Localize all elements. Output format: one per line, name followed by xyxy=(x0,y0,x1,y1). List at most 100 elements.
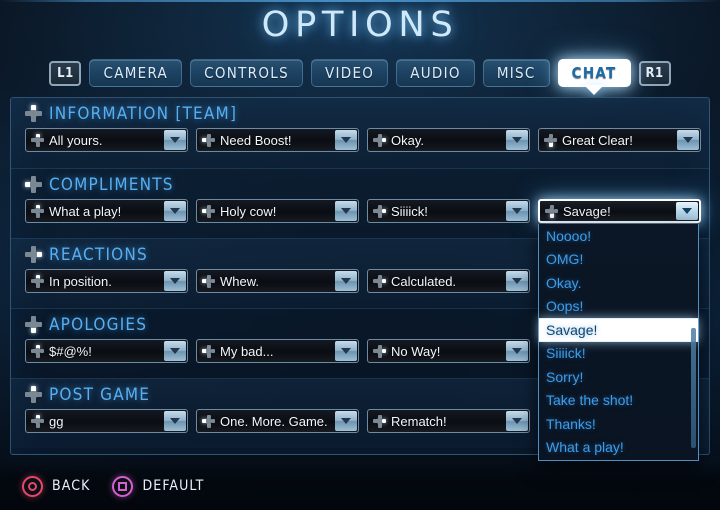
tab-chat[interactable]: CHAT xyxy=(558,59,631,87)
caret-glyph xyxy=(170,348,180,354)
quickchat-select-value: One. More. Game. xyxy=(220,414,335,429)
caret-glyph xyxy=(512,418,522,424)
section-title: COMPLIMENTS xyxy=(49,175,174,195)
section-information-team: INFORMATION [TEAM]All yours.Need Boost!O… xyxy=(11,98,709,168)
dropdown-option[interactable]: Savage! xyxy=(539,318,698,342)
dropdown-option[interactable]: Okay. xyxy=(539,271,698,295)
caret-glyph xyxy=(512,137,522,143)
quickchat-select[interactable]: Savage!Noooo!OMG!Okay.Oops!Savage!Siiiic… xyxy=(538,199,701,223)
quickchat-select[interactable]: One. More. Game. xyxy=(196,409,359,433)
chat-settings-panel: INFORMATION [TEAM]All yours.Need Boost!O… xyxy=(10,97,710,455)
footer-button-default[interactable]: DEFAULT xyxy=(112,476,204,497)
dpad-right-icon xyxy=(373,134,386,147)
chevron-down-icon[interactable] xyxy=(506,411,528,431)
dpad-up-icon xyxy=(31,134,44,147)
chevron-down-icon[interactable] xyxy=(506,271,528,291)
chevron-down-icon[interactable] xyxy=(335,341,357,361)
dropdown-option[interactable]: OMG! xyxy=(539,248,698,272)
dropdown-scrollbar[interactable] xyxy=(691,328,696,448)
tab-video[interactable]: VIDEO xyxy=(311,59,388,87)
quickchat-select[interactable]: $#@%! xyxy=(25,339,188,363)
dpad-up-icon xyxy=(25,386,42,403)
dpad-up-icon xyxy=(25,105,42,122)
dpad-left-icon xyxy=(202,275,215,288)
left-bumper-hint: L1 xyxy=(49,61,81,86)
dpad-left-icon xyxy=(202,205,215,218)
footer-button-label: DEFAULT xyxy=(142,478,204,494)
chevron-down-icon[interactable] xyxy=(335,271,357,291)
chevron-down-icon[interactable] xyxy=(506,201,528,221)
footer-button-label: BACK xyxy=(52,478,90,494)
chevron-down-icon[interactable] xyxy=(164,201,186,221)
quickchat-select[interactable]: Need Boost! xyxy=(196,128,359,152)
chevron-down-icon[interactable] xyxy=(676,202,698,220)
quickchat-select[interactable]: In position. xyxy=(25,269,188,293)
caret-glyph xyxy=(512,208,522,214)
dropdown-option[interactable]: Thanks! xyxy=(539,412,698,436)
quickchat-select-value: $#@%! xyxy=(49,344,164,359)
chevron-down-icon[interactable] xyxy=(335,411,357,431)
caret-glyph xyxy=(170,278,180,284)
tab-label: AUDIO xyxy=(410,64,461,82)
dropdown-option[interactable]: Oops! xyxy=(539,295,698,319)
quickchat-row: What a play! Holy cow! Siiiick! Savage!Nooo… xyxy=(11,195,709,223)
dropdown-option[interactable]: Noooo! xyxy=(539,224,698,248)
tab-list: CAMERA CONTROLS VIDEO AUDIO MISC CHAT xyxy=(89,59,630,87)
quickchat-select[interactable]: All yours. xyxy=(25,128,188,152)
quickchat-select-value: Holy cow! xyxy=(220,204,335,219)
chevron-down-icon[interactable] xyxy=(506,341,528,361)
caret-glyph xyxy=(170,418,180,424)
quickchat-select[interactable]: Okay. xyxy=(367,128,530,152)
dpad-down-icon xyxy=(544,134,557,147)
chevron-down-icon[interactable] xyxy=(335,201,357,221)
tab-misc[interactable]: MISC xyxy=(483,59,550,87)
quickchat-select-value: All yours. xyxy=(49,133,164,148)
caret-glyph xyxy=(512,278,522,284)
quickchat-select[interactable]: Rematch! xyxy=(367,409,530,433)
dropdown-list: Noooo!OMG!Okay.Oops!Savage!Siiiick!Sorry… xyxy=(538,224,699,461)
chevron-down-icon[interactable] xyxy=(677,130,699,150)
quickchat-select[interactable]: My bad... xyxy=(196,339,359,363)
quickchat-select[interactable]: Siiiick! xyxy=(367,199,530,223)
section-list: INFORMATION [TEAM]All yours.Need Boost!O… xyxy=(11,98,709,448)
tab-label: CHAT xyxy=(572,64,617,82)
dpad-right-icon xyxy=(373,415,386,428)
quickchat-select-value: My bad... xyxy=(220,344,335,359)
dpad-down-icon xyxy=(25,316,42,333)
section-compliments: COMPLIMENTS What a play! Holy cow! Siiiick!… xyxy=(11,168,709,238)
quickchat-select[interactable]: Whew. xyxy=(196,269,359,293)
tab-controls[interactable]: CONTROLS xyxy=(190,59,303,87)
tab-camera[interactable]: CAMERA xyxy=(89,59,182,87)
dpad-left-icon xyxy=(25,176,42,193)
chevron-down-icon[interactable] xyxy=(335,130,357,150)
dropdown-option[interactable]: What a play! xyxy=(539,436,698,460)
quickchat-select[interactable]: What a play! xyxy=(25,199,188,223)
chevron-down-icon[interactable] xyxy=(164,411,186,431)
quickchat-select[interactable]: Holy cow! xyxy=(196,199,359,223)
quickchat-select-value: gg xyxy=(49,414,164,429)
square-button-icon xyxy=(112,476,133,497)
dpad-right-icon xyxy=(373,275,386,288)
dpad-up-icon xyxy=(31,415,44,428)
quickchat-select[interactable]: No Way! xyxy=(367,339,530,363)
caret-glyph xyxy=(682,208,692,214)
chevron-down-icon[interactable] xyxy=(164,130,186,150)
quickchat-select[interactable]: gg xyxy=(25,409,188,433)
chevron-down-icon[interactable] xyxy=(164,341,186,361)
footer-button-back[interactable]: BACK xyxy=(22,476,90,497)
quickchat-select-value: Need Boost! xyxy=(220,133,335,148)
button-glyph-inner xyxy=(28,482,37,491)
dpad-right-icon xyxy=(373,205,386,218)
caret-glyph xyxy=(341,137,351,143)
quickchat-select[interactable]: Calculated. xyxy=(367,269,530,293)
chevron-down-icon[interactable] xyxy=(506,130,528,150)
quickchat-select[interactable]: Great Clear! xyxy=(538,128,701,152)
caret-glyph xyxy=(170,137,180,143)
tab-audio[interactable]: AUDIO xyxy=(396,59,475,87)
chevron-down-icon[interactable] xyxy=(164,271,186,291)
dropdown-option[interactable]: Sorry! xyxy=(539,365,698,389)
section-title: POST GAME xyxy=(49,385,150,405)
dropdown-option[interactable]: Take the shot! xyxy=(539,389,698,413)
dropdown-option[interactable]: Siiiick! xyxy=(539,342,698,366)
caret-glyph xyxy=(341,418,351,424)
